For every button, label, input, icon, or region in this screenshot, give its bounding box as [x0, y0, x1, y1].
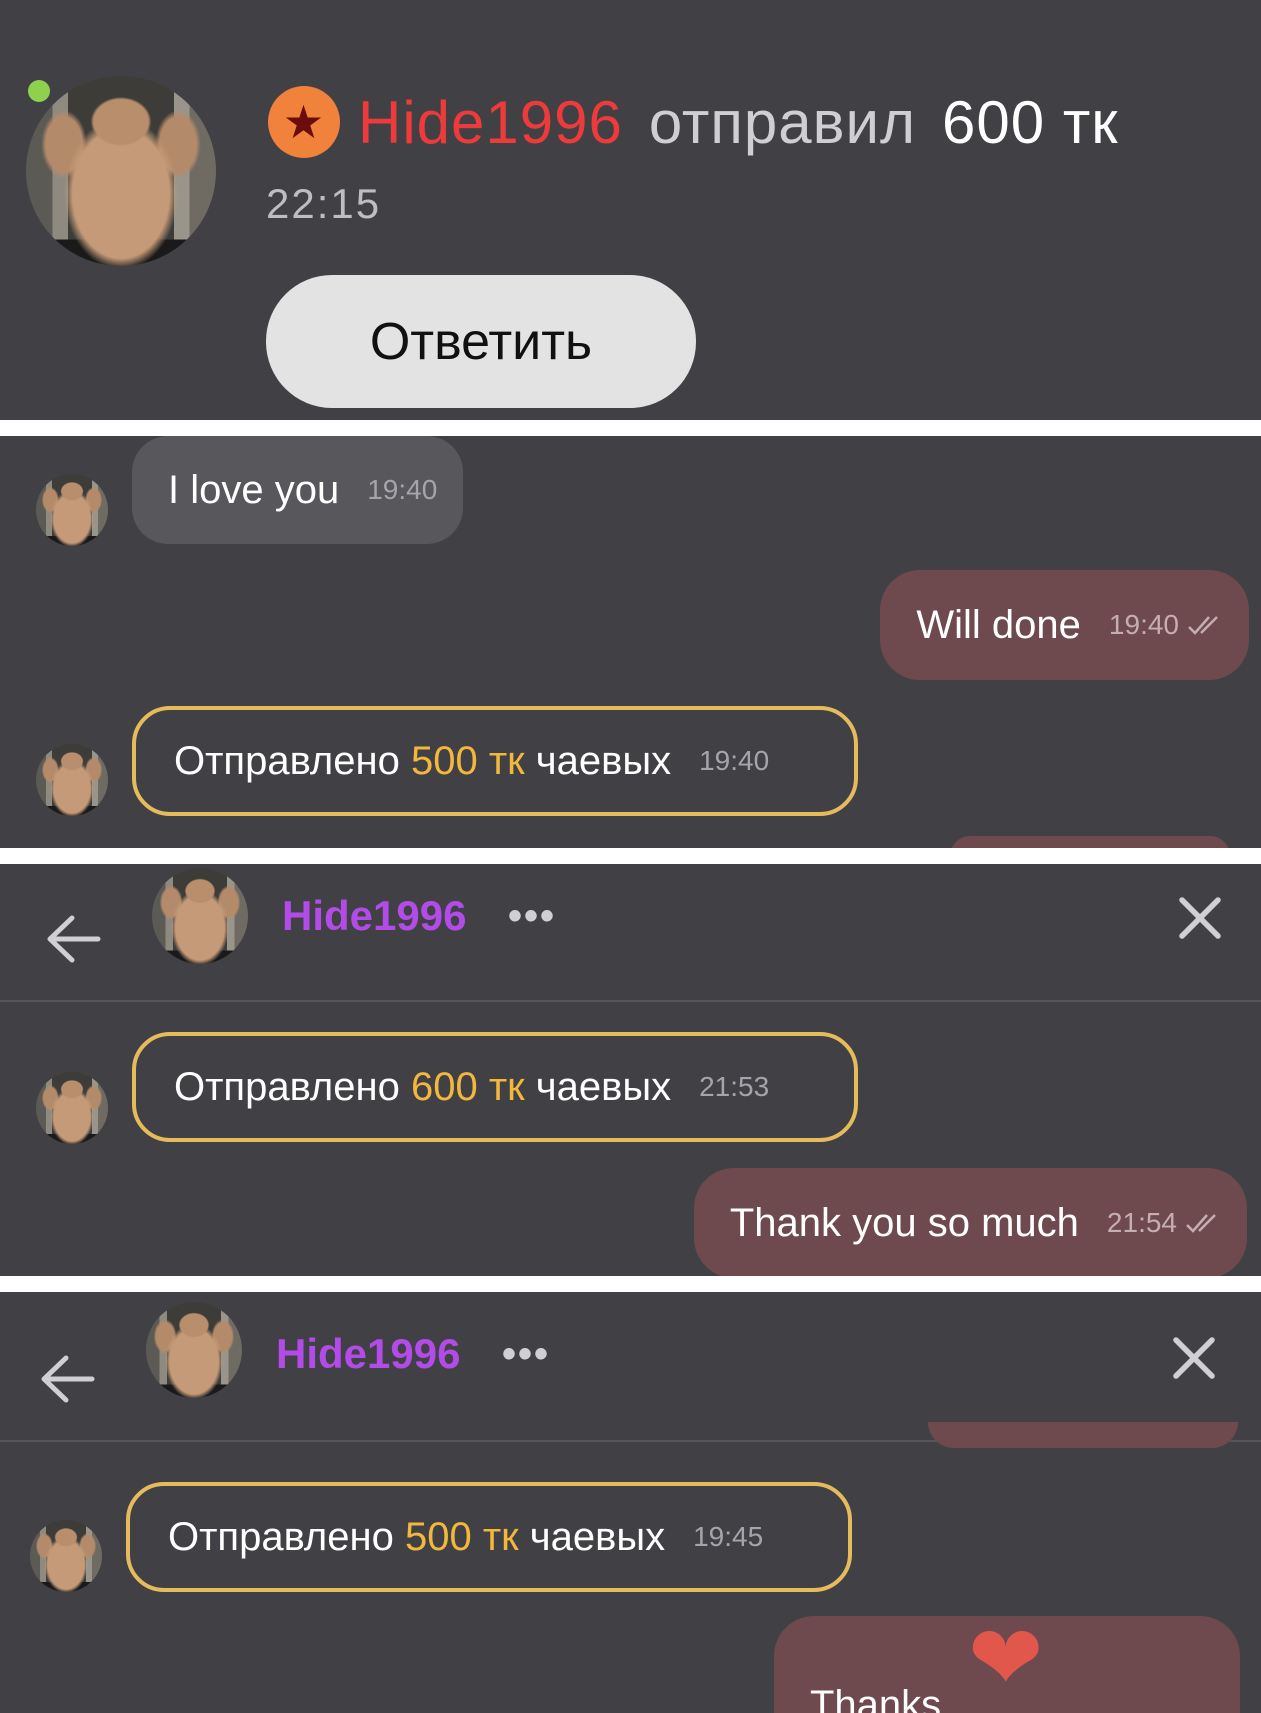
partial-outgoing-bubble [950, 836, 1230, 848]
tip-notification-panel: ★ Hide1996 отправил 600 тк 22:15 Ответит… [0, 0, 1261, 420]
close-icon[interactable] [1178, 896, 1222, 940]
close-icon[interactable] [1172, 1336, 1216, 1380]
chat-panel-3: Hide1996 ••• Отправлено 500 тк чаевых 19… [0, 1292, 1261, 1713]
message-text: Thanks [810, 1683, 942, 1713]
double-check-icon [1186, 1214, 1216, 1233]
outgoing-message[interactable]: Thank you so much 21:54 [693, 1168, 1247, 1276]
double-check-icon [1188, 616, 1218, 635]
tip-prefix: Отправлено [174, 1064, 400, 1109]
chat-header: Hide1996 ••• [0, 1292, 1261, 1442]
message-avatar[interactable] [36, 1072, 108, 1144]
tip-amount: 500 тк [410, 738, 525, 783]
notification-action: отправил [648, 88, 917, 156]
message-time: 19:40 [367, 474, 438, 505]
outgoing-message[interactable]: Will done 19:40 [880, 570, 1249, 680]
tip-amount: 500 тк [404, 1514, 519, 1559]
heart-icon: ❤ [968, 1609, 1044, 1709]
message-time: 19:45 [693, 1521, 764, 1552]
tip-message[interactable]: Отправлено 500 тк чаевых 19:45 [126, 1482, 852, 1592]
message-text: Thank you so much [729, 1200, 1079, 1245]
back-arrow-icon[interactable] [40, 1354, 96, 1404]
more-options-icon[interactable]: ••• [502, 1332, 550, 1377]
message-text: I love you [168, 467, 340, 512]
notification-text: ★ Hide1996 отправил 600 тк [268, 86, 1119, 158]
message-time: 21:53 [699, 1071, 770, 1102]
online-indicator [28, 80, 50, 102]
incoming-message[interactable]: I love you 19:40 [132, 436, 464, 544]
tip-message[interactable]: Отправлено 500 тк чаевых 19:40 [132, 706, 858, 816]
message-time: 19:40 [1108, 609, 1179, 640]
chat-contact-name[interactable]: Hide1996 [282, 892, 466, 940]
chat-avatar[interactable] [146, 1302, 242, 1398]
tip-message[interactable]: Отправлено 600 тк чаевых 21:53 [132, 1032, 858, 1142]
chat-contact-name[interactable]: Hide1996 [276, 1330, 460, 1378]
partial-outgoing-bubble [928, 1422, 1238, 1448]
back-arrow-icon[interactable] [46, 914, 102, 964]
notification-amount: 600 тк [942, 88, 1119, 156]
sender-name[interactable]: Hide1996 [358, 88, 623, 157]
chat-header: Hide1996 ••• [0, 864, 1261, 1002]
chat-panel-1: I love you 19:40 Will done 19:40 Отправл… [0, 436, 1261, 848]
message-avatar[interactable] [36, 744, 108, 816]
tip-prefix: Отправлено [174, 738, 400, 783]
more-options-icon[interactable]: ••• [508, 894, 556, 939]
message-text: Will done [916, 602, 1081, 647]
tip-suffix: чаевых [535, 1064, 672, 1109]
message-avatar[interactable] [36, 474, 108, 546]
message-time: 21:54 [1106, 1207, 1177, 1238]
notification-time: 22:15 [266, 180, 382, 227]
reply-button[interactable]: Ответить [266, 275, 696, 408]
chat-panel-2: Hide1996 ••• Отправлено 600 тк чаевых 21… [0, 864, 1261, 1276]
sender-avatar[interactable] [26, 76, 216, 266]
tip-suffix: чаевых [529, 1514, 666, 1559]
message-avatar[interactable] [30, 1520, 102, 1592]
tip-amount: 600 тк [410, 1064, 525, 1109]
tip-suffix: чаевых [535, 738, 672, 783]
star-badge-icon: ★ [268, 86, 340, 158]
chat-avatar[interactable] [152, 868, 248, 964]
message-time: 19:40 [699, 745, 770, 776]
tip-prefix: Отправлено [168, 1514, 394, 1559]
